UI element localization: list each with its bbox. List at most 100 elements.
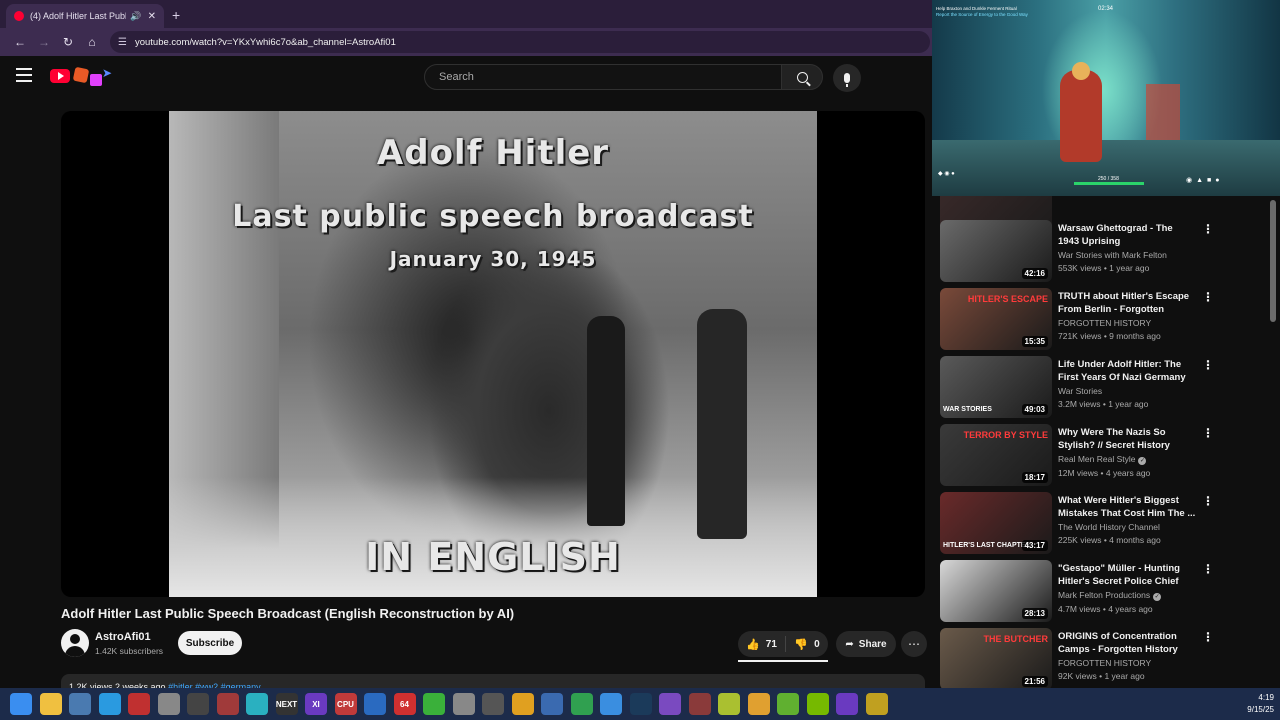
recommendation-item[interactable]: THE BUTCHER 21:56 ORIGINS of Concentration… bbox=[940, 628, 1260, 688]
windows-taskbar: NEXT XI CPU 64 bbox=[0, 688, 1280, 720]
recommendation-item[interactable]: WAR STORIES 49:03 Life Under Adolf Hitler:… bbox=[940, 356, 1260, 418]
app-icon-1[interactable] bbox=[69, 693, 91, 715]
app-icon-21[interactable] bbox=[836, 693, 858, 715]
more-vertical-icon[interactable]: ⋮ bbox=[1202, 630, 1214, 644]
recommendation-title[interactable]: TRUTH about Hitler's Escape From Berlin … bbox=[1058, 290, 1196, 316]
edge-browser-icon[interactable] bbox=[98, 693, 121, 715]
recommendation-title[interactable]: Why Were The Nazis So Stylish? // Secret… bbox=[1058, 426, 1196, 452]
youtube-header: ➤ Search bbox=[0, 56, 932, 98]
app-icon-15[interactable] bbox=[511, 693, 534, 715]
video-thumbnail[interactable]: TERROR BY STYLE 18:17 bbox=[940, 424, 1052, 486]
voice-search-button[interactable] bbox=[833, 64, 861, 92]
recommendation-channel[interactable]: The World History Channel bbox=[1058, 522, 1196, 532]
app-icon-12[interactable] bbox=[423, 693, 445, 715]
recommendation-channel[interactable]: Mark Felton Productions ✓ bbox=[1058, 590, 1196, 601]
app-icon-5[interactable] bbox=[216, 693, 239, 715]
chrome-icon[interactable] bbox=[570, 693, 593, 715]
chrome-icon-2[interactable] bbox=[747, 693, 770, 715]
recommendation-title[interactable]: Warsaw Ghettograd - The 1943 Uprising bbox=[1058, 222, 1196, 248]
more-actions-button[interactable]: ⋯ bbox=[901, 631, 927, 657]
steam-icon[interactable] bbox=[629, 693, 652, 715]
video-player[interactable]: Adolf Hitler Last public speech broadcas… bbox=[61, 111, 925, 597]
app-icon-2[interactable] bbox=[128, 693, 150, 715]
search-button[interactable] bbox=[781, 64, 823, 90]
sidebar-scrollbar[interactable] bbox=[1270, 200, 1276, 322]
extension-icon[interactable] bbox=[72, 66, 90, 84]
forward-arrow-icon[interactable]: → bbox=[32, 35, 56, 49]
close-icon[interactable]: ✕ bbox=[148, 11, 156, 22]
app-icon-19[interactable] bbox=[718, 693, 740, 715]
recommendation-title[interactable]: "Gestapo" Müller - Hunting Hitler's Secr… bbox=[1058, 562, 1196, 588]
app-icon-8[interactable]: XI bbox=[305, 693, 327, 715]
share-button[interactable]: ➦ Share bbox=[836, 631, 896, 657]
recommendation-info: ORIGINS of Concentration Camps - Forgott… bbox=[1058, 630, 1196, 681]
video-thumbnail[interactable]: 42:16 bbox=[940, 220, 1052, 282]
thumbs-down-icon: 👎 bbox=[794, 638, 809, 651]
recommendation-channel[interactable]: FORGOTTEN HISTORY bbox=[1058, 658, 1196, 668]
video-thumbnail[interactable]: WAR STORIES 49:03 bbox=[940, 356, 1052, 418]
app-icon-18[interactable] bbox=[688, 693, 711, 715]
youtube-logo[interactable]: ➤ bbox=[50, 66, 118, 88]
app-icon-13[interactable] bbox=[452, 693, 475, 715]
recommendation-item[interactable]: 28:13 "Gestapo" Müller - Hunting Hitler's… bbox=[940, 560, 1260, 622]
file-explorer-icon[interactable] bbox=[39, 693, 62, 715]
recommendation-title[interactable]: What Were Hitler's Biggest Mistakes That… bbox=[1058, 494, 1196, 520]
recommendation-item[interactable]: TERROR BY STYLE 18:17 Why Were The Nazis S… bbox=[940, 424, 1260, 486]
windows-start-icon[interactable] bbox=[10, 693, 32, 715]
app-icon-9[interactable]: CPU bbox=[334, 693, 357, 715]
game-character bbox=[1060, 62, 1102, 162]
channel-name[interactable]: AstroAfi01 bbox=[95, 631, 151, 643]
app-icon-10[interactable] bbox=[364, 693, 386, 715]
recommendation-channel[interactable]: FORGOTTEN HISTORY bbox=[1058, 318, 1196, 328]
recommendation-title[interactable]: Life Under Adolf Hitler: The First Years… bbox=[1058, 358, 1196, 384]
app-icon-6[interactable] bbox=[246, 693, 268, 715]
channel-avatar[interactable] bbox=[61, 629, 89, 657]
hamburger-menu-icon[interactable] bbox=[16, 68, 32, 82]
extension-icon-2[interactable] bbox=[90, 74, 102, 86]
app-icon-7[interactable]: NEXT bbox=[275, 693, 298, 715]
app-icon-22[interactable] bbox=[865, 693, 888, 715]
video-thumbnail[interactable]: THE BUTCHER 21:56 bbox=[940, 628, 1052, 688]
recommendation-channel[interactable]: Real Men Real Style ✓ bbox=[1058, 454, 1196, 465]
recommendation-info: "Gestapo" Müller - Hunting Hitler's Secr… bbox=[1058, 562, 1196, 614]
like-button[interactable]: 👍 71 bbox=[738, 636, 786, 652]
more-vertical-icon[interactable]: ⋮ bbox=[1202, 494, 1214, 508]
search-input[interactable]: Search bbox=[424, 64, 782, 90]
dislike-button[interactable]: 👎 0 bbox=[786, 638, 828, 651]
app-icon-11[interactable]: 64 bbox=[393, 693, 416, 715]
more-vertical-icon[interactable]: ⋮ bbox=[1202, 426, 1214, 440]
telegram-icon[interactable]: ➤ bbox=[102, 66, 112, 80]
video-thumbnail[interactable]: HITLER'S ESCAPE 15:35 bbox=[940, 288, 1052, 350]
more-vertical-icon[interactable]: ⋮ bbox=[1202, 562, 1214, 576]
recommendation-item[interactable]: HITLER'S ESCAPE 15:35 TRUTH about Hitler's… bbox=[940, 288, 1260, 350]
more-vertical-icon[interactable]: ⋮ bbox=[1202, 222, 1214, 236]
notepad-icon[interactable] bbox=[600, 693, 622, 715]
speaker-icon[interactable]: 🔊 bbox=[130, 11, 141, 22]
app-icon-3[interactable] bbox=[157, 693, 180, 715]
video-thumbnail[interactable]: HITLER'S LAST CHAPTER 43:17 bbox=[940, 492, 1052, 554]
video-thumbnail[interactable]: 28:13 bbox=[940, 560, 1052, 622]
new-tab-button[interactable]: + bbox=[172, 7, 180, 23]
app-icon-16[interactable] bbox=[541, 693, 563, 715]
more-vertical-icon[interactable]: ⋮ bbox=[1202, 358, 1214, 372]
app-icon-14[interactable] bbox=[482, 693, 504, 715]
recommendation-channel[interactable]: War Stories bbox=[1058, 386, 1196, 396]
home-icon[interactable]: ⌂ bbox=[80, 35, 104, 49]
recommendation-item[interactable]: HITLER'S LAST CHAPTER 43:17 What Were Hitl… bbox=[940, 492, 1260, 554]
site-info-icon[interactable]: ☰ bbox=[118, 37, 127, 48]
app-icon-4[interactable] bbox=[187, 693, 209, 715]
subscribe-button[interactable]: Subscribe bbox=[178, 631, 242, 655]
app-icon-17[interactable] bbox=[659, 693, 681, 715]
nvidia-icon[interactable] bbox=[806, 693, 829, 715]
back-arrow-icon[interactable]: ← bbox=[8, 35, 32, 49]
more-vertical-icon[interactable]: ⋮ bbox=[1202, 290, 1214, 304]
recommendation-title[interactable]: ORIGINS of Concentration Camps - Forgott… bbox=[1058, 630, 1196, 656]
recommendation-channel[interactable]: War Stories with Mark Felton bbox=[1058, 250, 1196, 260]
app-icon-20[interactable] bbox=[777, 693, 799, 715]
recommendation-item[interactable]: 42:16 Warsaw Ghettograd - The 1943 Uprisi… bbox=[940, 220, 1260, 282]
system-clock[interactable]: 4:19 9/15/25 bbox=[1228, 692, 1274, 716]
game-timer: 02:34 bbox=[1098, 6, 1114, 12]
url-field[interactable]: ☰ youtube.com/watch?v=YKxYwhi6c7o&ab_cha… bbox=[110, 31, 930, 53]
browser-tab[interactable]: (4) Adolf Hitler Last Public S 🔊 ✕ bbox=[6, 4, 164, 28]
reload-icon[interactable]: ↻ bbox=[56, 35, 80, 49]
